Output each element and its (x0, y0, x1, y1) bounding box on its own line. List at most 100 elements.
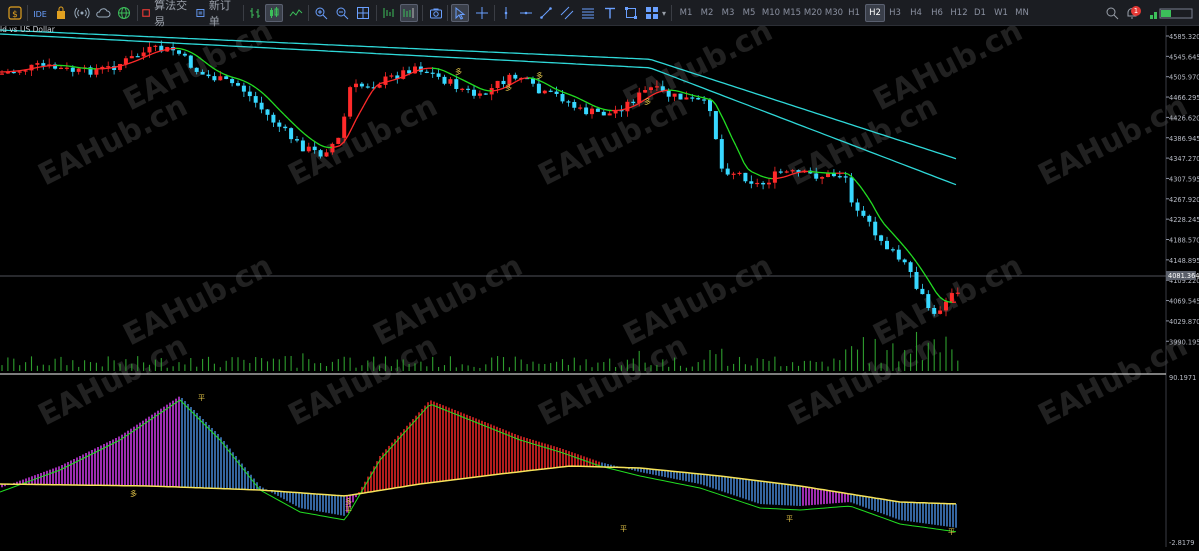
algo-trading-label: 算法交易 (154, 0, 190, 29)
bar-chart-icon[interactable] (246, 4, 264, 22)
fast-ma-segment (904, 246, 908, 251)
fast-ma-segment (228, 76, 232, 77)
fast-ma-segment (712, 100, 716, 105)
zoom-in-icon[interactable] (312, 4, 330, 22)
zoom-out-icon[interactable] (333, 4, 351, 22)
auto-scroll-icon[interactable] (380, 4, 398, 22)
candle-body (142, 52, 146, 56)
text-tool-icon[interactable] (601, 4, 619, 22)
timeframe-m5[interactable]: M5 (740, 4, 758, 22)
objects-menu-icon[interactable] (643, 4, 661, 22)
timeframe-m30[interactable]: M30 (823, 4, 845, 22)
grid-icon[interactable] (354, 4, 372, 22)
chevron-down-icon[interactable]: ▾ (660, 4, 668, 22)
horizontal-line-icon[interactable] (517, 4, 535, 22)
channel-icon[interactable] (558, 4, 576, 22)
timeframe-m2[interactable]: M2 (698, 4, 716, 22)
candle-body (572, 102, 576, 108)
indicator-signal-mark: 多 (130, 489, 137, 498)
fast-ma-segment (768, 178, 772, 179)
timeframe-h12[interactable]: H12 (948, 4, 970, 22)
ide-icon[interactable]: IDE (31, 4, 49, 22)
screenshot-camera-icon[interactable] (427, 4, 445, 22)
watermark-text: EAHub.cn (33, 328, 193, 433)
timeframe-w1[interactable]: W1 (992, 4, 1010, 22)
timeframe-h1[interactable]: H1 (845, 4, 863, 22)
algo-trading-button[interactable]: 算法交易 (142, 4, 190, 22)
candle-body (484, 93, 488, 94)
price-axis-label: 4228.245 (1169, 216, 1199, 224)
candle-body (944, 302, 948, 311)
dollar-icon[interactable]: $ (6, 4, 24, 22)
search-icon[interactable] (1103, 4, 1121, 22)
candle-body (71, 68, 75, 72)
timeframe-h4[interactable]: H4 (907, 4, 925, 22)
candle-body (779, 171, 783, 172)
cloud-icon[interactable] (94, 4, 112, 22)
globe-icon[interactable] (115, 4, 133, 22)
fast-ma-segment (728, 129, 732, 138)
candle-body (891, 249, 895, 250)
watermark-text: EAHub.cn (118, 26, 278, 118)
timeframe-m10[interactable]: M10 (760, 4, 782, 22)
fast-ma-segment (748, 169, 752, 172)
signal-broadcast-icon[interactable] (73, 4, 91, 22)
fast-ma-segment (888, 228, 892, 232)
chart-shift-icon[interactable] (400, 4, 418, 22)
fast-ma-segment (232, 77, 236, 78)
vertical-line-icon[interactable] (497, 4, 515, 22)
candle-body (289, 128, 293, 139)
shapes-icon[interactable] (622, 4, 640, 22)
candle-body (696, 98, 700, 99)
timeframe-h6[interactable]: H6 (928, 4, 946, 22)
price-chart[interactable]: EAHub.cnEAHub.cnEAHub.cnEAHub.cnEAHub.cn… (0, 26, 1199, 547)
timeframe-m1[interactable]: M1 (677, 4, 695, 22)
candle-body (596, 109, 600, 112)
timeframe-d1[interactable]: D1 (971, 4, 989, 22)
crosshair-icon[interactable] (473, 4, 491, 22)
candle-body (466, 89, 470, 90)
cursor-arrow-icon[interactable] (451, 4, 469, 22)
timeframe-mn[interactable]: MN (1012, 4, 1032, 22)
timeframe-h3[interactable]: H3 (886, 4, 904, 22)
timeframe-m20[interactable]: M20 (802, 4, 824, 22)
chart-toolbar: $ IDE 算法交易 新订单 (0, 0, 1199, 26)
candle-body (354, 84, 358, 87)
fast-ma-segment (676, 91, 680, 92)
shopping-bag-icon[interactable] (52, 4, 70, 22)
candlestick-chart-icon[interactable] (265, 4, 283, 22)
candle-body (266, 109, 270, 114)
fast-ma-segment (132, 61, 136, 63)
candle-body (785, 171, 789, 172)
indicator-signal-mark: 平 (345, 506, 352, 514)
fast-ma-segment (380, 83, 384, 84)
fast-ma-segment (584, 101, 588, 103)
fibonacci-icon[interactable] (579, 4, 597, 22)
candle-body (18, 71, 22, 72)
candle-body (130, 56, 134, 58)
candle-body (879, 235, 883, 241)
timeframe-m15[interactable]: M15 (781, 4, 803, 22)
fast-ma-segment (164, 49, 168, 50)
line-chart-icon[interactable] (287, 4, 305, 22)
fast-ma-segment (256, 88, 260, 91)
candle-body (690, 97, 694, 98)
fast-ma-segment (440, 69, 444, 70)
fast-ma-segment (156, 51, 160, 52)
candle-body (307, 147, 311, 152)
candle-body (431, 73, 435, 74)
signal-mark: 多 (644, 97, 651, 106)
trend-line-icon[interactable] (537, 4, 555, 22)
candle-body (425, 72, 429, 73)
watermark-text: EAHub.cn (368, 248, 528, 353)
new-order-button[interactable]: 新订单 (196, 4, 238, 22)
candle-body (926, 294, 930, 308)
candle-body (708, 100, 712, 111)
connection-status[interactable] (1148, 4, 1196, 22)
price-axis-label: 4386.945 (1169, 135, 1199, 143)
chart-area[interactable]: EAHub.cnEAHub.cnEAHub.cnEAHub.cnEAHub.cn… (0, 26, 1199, 547)
fast-ma-segment (36, 67, 40, 68)
timeframe-h2[interactable]: H2 (865, 4, 885, 22)
fast-ma-segment (460, 79, 464, 81)
timeframe-m3[interactable]: M3 (719, 4, 737, 22)
